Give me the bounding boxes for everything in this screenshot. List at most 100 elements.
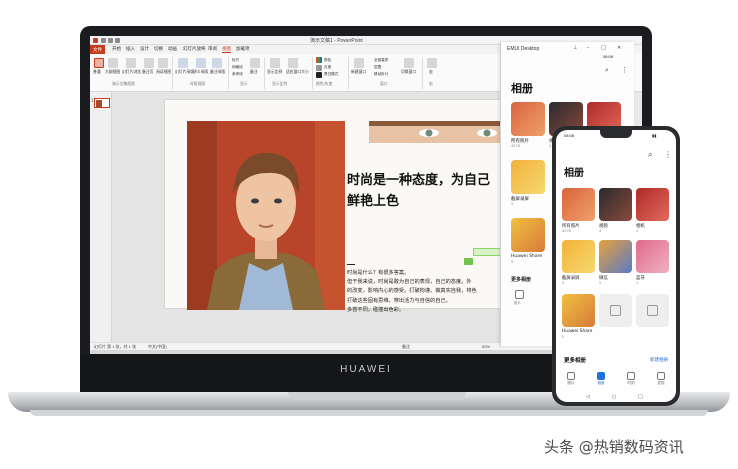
black-white-icon[interactable] xyxy=(316,72,322,78)
recents-icon[interactable]: □ xyxy=(638,394,643,400)
group-master-views: 母版视图 xyxy=(190,82,206,86)
album-tile-videos[interactable] xyxy=(599,188,632,221)
tab-view[interactable]: 视图 xyxy=(222,46,231,53)
thumbnail-photo xyxy=(96,100,102,107)
phone-more-icon[interactable]: ⋮ xyxy=(664,150,672,159)
handout-master-label: 讲义母版 xyxy=(193,70,209,74)
color-icon[interactable] xyxy=(316,57,322,63)
ruler-checkbox[interactable]: 标尺 xyxy=(232,58,239,63)
photos-icon[interactable] xyxy=(515,290,524,299)
emui-album-heading: 相册 xyxy=(511,82,533,95)
redo-icon[interactable] xyxy=(115,38,120,43)
notes-page-icon[interactable] xyxy=(144,58,154,68)
album-label: 截屏录屏 xyxy=(511,197,529,202)
group-color-grayscale: 颜色/灰度 xyxy=(316,82,333,86)
group-zoom: 显示比例 xyxy=(272,82,288,86)
tab-design[interactable]: 设计 xyxy=(140,46,149,52)
slide-sorter-icon[interactable] xyxy=(126,58,136,68)
album-tile-screenshots[interactable] xyxy=(511,160,545,194)
album-tile-all-photos[interactable] xyxy=(511,102,545,136)
home-icon[interactable]: ○ xyxy=(612,394,616,400)
group-macros: 宏 xyxy=(429,82,433,86)
album-count: 5 xyxy=(562,335,565,339)
black-white-option[interactable]: 黑白模式 xyxy=(324,72,338,77)
album-tile-empty[interactable] xyxy=(636,294,669,327)
more-albums-heading: 更多相册 xyxy=(511,277,532,283)
photos-nav-label[interactable]: 照片 xyxy=(514,301,521,306)
save-icon[interactable] xyxy=(101,38,106,43)
tab-home[interactable]: 开始 xyxy=(112,46,121,52)
guides-checkbox[interactable]: 参考线 xyxy=(232,72,243,77)
grayscale-icon[interactable] xyxy=(316,65,322,71)
tab-addins[interactable]: 加载项 xyxy=(236,46,250,52)
new-album-link[interactable]: 新建相册 xyxy=(650,357,668,363)
grayscale-option[interactable]: 灰度 xyxy=(324,65,331,70)
pin-icon[interactable]: ⊥ xyxy=(573,45,577,51)
slide-body-line: 时尚是什么？有很多答案。 xyxy=(347,270,410,276)
nav-label: 发现 xyxy=(657,381,665,385)
back-icon[interactable]: ◁ xyxy=(586,394,590,400)
moments-icon xyxy=(627,372,635,380)
nav-discover[interactable]: 发现 xyxy=(650,372,672,386)
nav-photos[interactable]: 照片 xyxy=(560,372,582,386)
album-tile-empty[interactable] xyxy=(599,294,632,327)
outline-view-icon[interactable] xyxy=(108,58,118,68)
fit-window-icon[interactable] xyxy=(288,58,298,68)
arrange-all-button[interactable]: 全部重排 xyxy=(374,58,388,63)
album-tile-huawei-share[interactable] xyxy=(562,294,595,327)
color-option[interactable]: 颜色 xyxy=(324,58,331,63)
reading-view-icon[interactable] xyxy=(158,58,168,68)
group-window: 窗口 xyxy=(380,82,388,86)
search-icon[interactable]: ⌕ xyxy=(605,66,609,75)
album-tile-all-photos[interactable] xyxy=(562,188,595,221)
minimize-icon[interactable]: – xyxy=(587,45,590,51)
tab-insert[interactable]: 插入 xyxy=(126,46,135,52)
album-tile-huawei-share[interactable] xyxy=(511,218,545,252)
nav-albums[interactable]: 相册 xyxy=(590,372,612,386)
slide-thumbnail[interactable] xyxy=(94,98,110,108)
move-split-button[interactable]: 移动拆分 xyxy=(374,72,388,77)
tab-review[interactable]: 审阅 xyxy=(208,46,217,52)
image-placeholder-icon xyxy=(647,305,658,316)
normal-view-icon[interactable] xyxy=(94,58,104,68)
product-showcase-image: 演示文稿1 - PowerPoint 文件 开始 插入 设计 切换 动画 幻灯片… xyxy=(0,0,738,469)
nav-moments[interactable]: 时刻 xyxy=(620,372,642,386)
album-tile-wechat[interactable] xyxy=(599,240,632,273)
photos-icon xyxy=(567,372,575,380)
maximize-icon[interactable]: □ xyxy=(601,45,606,51)
cascade-button[interactable]: 层叠 xyxy=(374,65,381,70)
ribbon-divider xyxy=(312,57,313,89)
ribbon-divider xyxy=(422,57,423,89)
more-options-icon[interactable]: ⋮ xyxy=(621,66,628,74)
new-window-icon[interactable] xyxy=(354,58,364,68)
close-icon[interactable]: ✕ xyxy=(617,45,621,51)
tab-animations[interactable]: 动画 xyxy=(168,46,177,52)
slide-body-line: 的改变，影响内心的感受。打破拘谨、做真实自我，将色 xyxy=(347,288,477,295)
macros-icon[interactable] xyxy=(427,58,437,68)
album-tile-screenshots[interactable] xyxy=(562,240,595,273)
zoom-level[interactable]: 50% xyxy=(482,344,490,349)
notes-icon[interactable] xyxy=(250,58,260,68)
slide-master-icon[interactable] xyxy=(178,58,188,68)
notes-master-label: 备注母版 xyxy=(210,70,226,74)
album-count: 5 xyxy=(511,260,514,264)
zoom-icon[interactable] xyxy=(270,58,280,68)
switch-windows-icon[interactable] xyxy=(404,58,414,68)
laptop-open-notch xyxy=(288,392,466,400)
drag-image-icon[interactable] xyxy=(464,258,473,265)
album-tile-bluetooth[interactable] xyxy=(636,240,669,273)
album-tile-camera[interactable] xyxy=(636,188,669,221)
handout-master-icon[interactable] xyxy=(196,58,206,68)
gridlines-checkbox[interactable]: 网格线 xyxy=(232,65,243,70)
album-label: 截屏录屏 xyxy=(562,276,580,281)
portrait-illustration xyxy=(187,121,345,310)
tab-slideshow[interactable]: 幻灯片放映 xyxy=(183,46,206,52)
album-cover xyxy=(511,102,545,136)
album-count: 4278 xyxy=(562,229,571,233)
album-count: 4 xyxy=(599,229,602,233)
tab-file[interactable]: 文件 xyxy=(90,45,105,54)
notes-master-icon[interactable] xyxy=(212,58,222,68)
phone-search-icon[interactable]: ⌕ xyxy=(648,150,652,160)
tab-transitions[interactable]: 切换 xyxy=(154,46,163,52)
undo-icon[interactable] xyxy=(108,38,113,43)
